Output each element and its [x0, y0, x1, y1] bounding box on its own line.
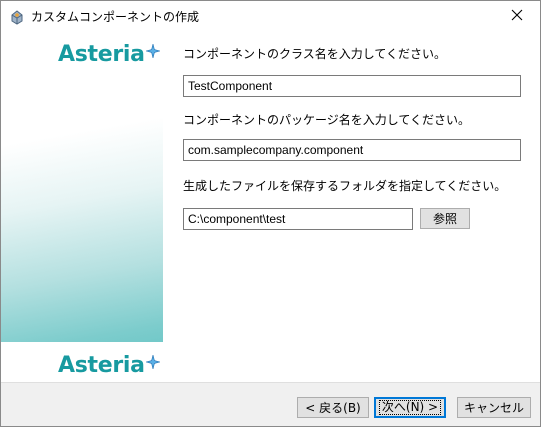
puzzle-app-icon	[9, 9, 25, 25]
back-button[interactable]: < 戻る(B)	[297, 397, 369, 418]
footer-divider	[1, 382, 540, 383]
output-folder-input[interactable]: C:\component\test	[183, 208, 413, 230]
package-name-label: コンポーネントのパッケージ名を入力してください。	[183, 113, 471, 127]
wizard-content: Asteria Asteria コンポーネントのクラス名を入力してください。 T…	[1, 32, 540, 382]
sparkle-star-icon	[145, 350, 160, 375]
class-name-input[interactable]: TestComponent	[183, 75, 521, 97]
sparkle-star-icon	[145, 39, 160, 64]
browse-button-label: 参照	[432, 212, 457, 226]
output-folder-label: 生成したファイルを保存するフォルダを指定してください。	[183, 179, 507, 193]
browse-button[interactable]: 参照	[420, 208, 470, 229]
close-button[interactable]	[494, 1, 540, 32]
asteria-logo-top: Asteria	[58, 42, 160, 67]
title-bar[interactable]: カスタムコンポーネントの作成	[1, 1, 540, 32]
back-button-label: < 戻る(B)	[305, 401, 361, 415]
cancel-button-label: キャンセル	[463, 401, 524, 415]
branding-panel: Asteria Asteria	[1, 32, 163, 382]
wizard-dialog: カスタムコンポーネントの作成 Asteria Asteria コンポーネントのク…	[0, 0, 541, 427]
close-icon	[511, 9, 523, 24]
next-button[interactable]: 次へ(N) >	[374, 397, 446, 418]
asteria-logo-bottom: Asteria	[58, 353, 160, 378]
window-title: カスタムコンポーネントの作成	[31, 10, 200, 24]
next-button-label: 次へ(N) >	[378, 400, 442, 415]
class-name-label: コンポーネントのクラス名を入力してください。	[183, 47, 447, 61]
cancel-button[interactable]: キャンセル	[457, 397, 531, 418]
logo-text: Asteria	[58, 353, 145, 378]
package-name-input[interactable]: com.samplecompany.component	[183, 139, 521, 161]
logo-text: Asteria	[58, 42, 145, 67]
